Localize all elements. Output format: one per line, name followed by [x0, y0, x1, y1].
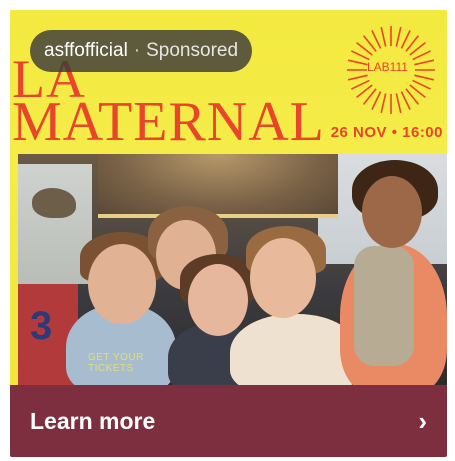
learn-more-button[interactable]: Learn more ›	[10, 385, 447, 457]
advertiser-handle[interactable]: asffofficial	[44, 40, 128, 62]
learn-more-label: Learn more	[30, 407, 156, 434]
poster-title-line2: MATERNAL	[12, 91, 325, 153]
group-photo: 3 GET YOUR TICKETS	[18, 154, 447, 385]
chevron-right-icon: ›	[418, 406, 427, 436]
bird-icon	[32, 188, 76, 218]
person-1-head	[88, 244, 156, 324]
panel-number: 3	[30, 304, 53, 348]
sponsored-label: Sponsored	[146, 40, 239, 61]
person-3-head	[188, 264, 248, 336]
person-5-head	[362, 176, 422, 248]
person-4-head	[250, 238, 316, 318]
poster-date: 26 NOV • 16:00	[330, 124, 443, 141]
ad-poster-image[interactable]: LA MATERNAL 26 NOV • 16:00 LAB111 3 GET …	[10, 10, 447, 385]
sponsored-ad-card[interactable]: LA MATERNAL 26 NOV • 16:00 LAB111 3 GET …	[10, 10, 447, 457]
carousel-canopy	[98, 154, 338, 218]
overlay-line1: GET YOUR	[88, 352, 144, 363]
get-tickets-overlay: GET YOUR TICKETS	[88, 352, 144, 374]
overlay-line2: TICKETS	[88, 363, 134, 374]
sponsor-label-pill[interactable]: asffofficial · Sponsored	[30, 30, 253, 72]
person-5-vest	[354, 246, 414, 366]
separator-dot: ·	[133, 40, 141, 61]
logo-text: LAB111	[367, 60, 408, 74]
